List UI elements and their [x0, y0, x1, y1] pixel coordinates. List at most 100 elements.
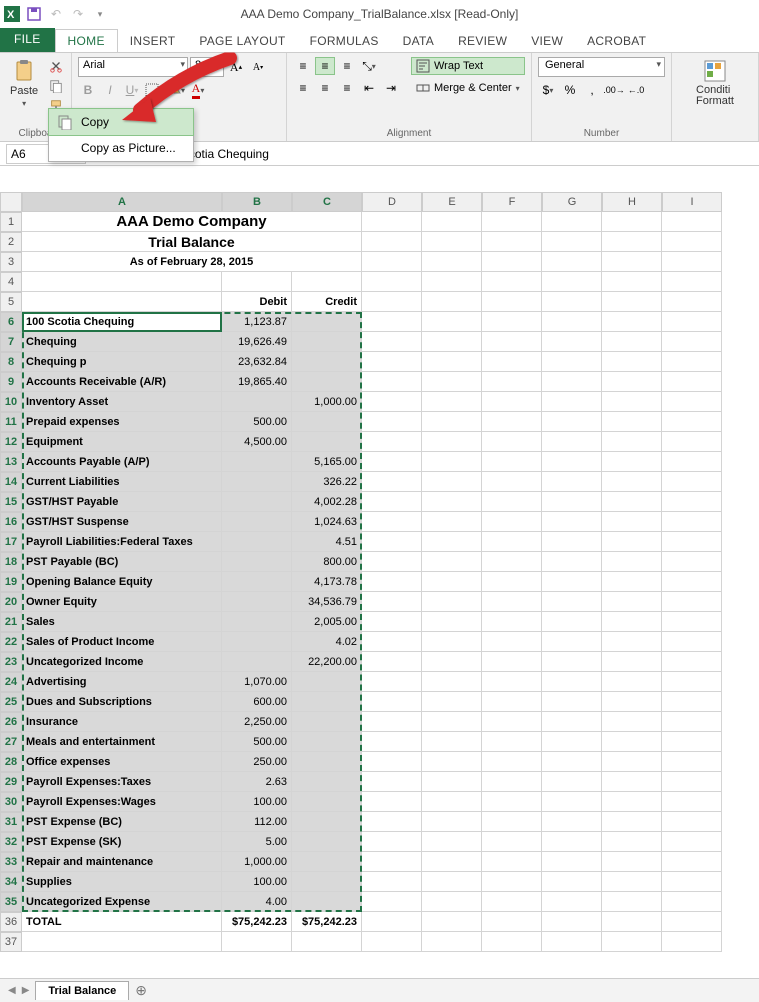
cell-31-I[interactable]	[662, 812, 722, 832]
account-name-row-12[interactable]: Equipment	[22, 432, 222, 452]
cell-12-D[interactable]	[362, 432, 422, 452]
cell-27-E[interactable]	[422, 732, 482, 752]
cell-9-G[interactable]	[542, 372, 602, 392]
credit-row-30[interactable]	[292, 792, 362, 812]
cell-24-D[interactable]	[362, 672, 422, 692]
debit-row-30[interactable]: 100.00	[222, 792, 292, 812]
debit-row-34[interactable]: 100.00	[222, 872, 292, 892]
cell-28-H[interactable]	[602, 752, 662, 772]
cell-36-F[interactable]	[482, 912, 542, 932]
cell-19-E[interactable]	[422, 572, 482, 592]
cell-10-E[interactable]	[422, 392, 482, 412]
cell-4-A[interactable]	[22, 272, 222, 292]
cell-12-I[interactable]	[662, 432, 722, 452]
cell-22-F[interactable]	[482, 632, 542, 652]
redo-icon[interactable]: ↷	[70, 6, 86, 22]
menu-copy-as-picture[interactable]: Copy as Picture...	[49, 135, 193, 161]
col-header-I[interactable]: I	[662, 192, 722, 212]
cell-29-D[interactable]	[362, 772, 422, 792]
cell-32-G[interactable]	[542, 832, 602, 852]
cell-2-I[interactable]	[662, 232, 722, 252]
cell-15-H[interactable]	[602, 492, 662, 512]
row-header-33[interactable]: 33	[0, 852, 22, 872]
cell-7-D[interactable]	[362, 332, 422, 352]
cell-13-H[interactable]	[602, 452, 662, 472]
cell-23-E[interactable]	[422, 652, 482, 672]
cell-30-F[interactable]	[482, 792, 542, 812]
credit-row-12[interactable]	[292, 432, 362, 452]
cell-5-A[interactable]	[22, 292, 222, 312]
cell-26-D[interactable]	[362, 712, 422, 732]
credit-row-20[interactable]: 34,536.79	[292, 592, 362, 612]
debit-row-13[interactable]	[222, 452, 292, 472]
cell-36-E[interactable]	[422, 912, 482, 932]
tab-home[interactable]: HOME	[55, 29, 118, 52]
credit-row-21[interactable]: 2,005.00	[292, 612, 362, 632]
cell-37-H[interactable]	[602, 932, 662, 952]
cell-21-F[interactable]	[482, 612, 542, 632]
account-name-row-11[interactable]: Prepaid expenses	[22, 412, 222, 432]
cell-24-G[interactable]	[542, 672, 602, 692]
new-sheet-icon[interactable]: ⊕	[135, 982, 147, 999]
account-name-row-25[interactable]: Dues and Subscriptions	[22, 692, 222, 712]
cell-34-G[interactable]	[542, 872, 602, 892]
credit-row-19[interactable]: 4,173.78	[292, 572, 362, 592]
cell-8-G[interactable]	[542, 352, 602, 372]
cell-14-E[interactable]	[422, 472, 482, 492]
cell-22-G[interactable]	[542, 632, 602, 652]
row-header-31[interactable]: 31	[0, 812, 22, 832]
cell-25-G[interactable]	[542, 692, 602, 712]
debit-row-27[interactable]: 500.00	[222, 732, 292, 752]
account-name-row-14[interactable]: Current Liabilities	[22, 472, 222, 492]
col-header-E[interactable]: E	[422, 192, 482, 212]
credit-row-22[interactable]: 4.02	[292, 632, 362, 652]
cell-25-E[interactable]	[422, 692, 482, 712]
bold-button[interactable]: B	[78, 81, 98, 99]
debit-row-9[interactable]: 19,865.40	[222, 372, 292, 392]
account-name-row-30[interactable]: Payroll Expenses:Wages	[22, 792, 222, 812]
cell-16-D[interactable]	[362, 512, 422, 532]
cell-8-E[interactable]	[422, 352, 482, 372]
align-center-icon[interactable]: ≡	[315, 79, 335, 97]
cell-16-G[interactable]	[542, 512, 602, 532]
cell-5-G[interactable]	[542, 292, 602, 312]
cell-33-E[interactable]	[422, 852, 482, 872]
cell-29-F[interactable]	[482, 772, 542, 792]
debit-row-6[interactable]: 1,123.87	[222, 312, 292, 332]
credit-row-13[interactable]: 5,165.00	[292, 452, 362, 472]
cell-23-F[interactable]	[482, 652, 542, 672]
row-header-23[interactable]: 23	[0, 652, 22, 672]
cell-28-I[interactable]	[662, 752, 722, 772]
account-name-row-10[interactable]: Inventory Asset	[22, 392, 222, 412]
row-header-25[interactable]: 25	[0, 692, 22, 712]
cell-34-D[interactable]	[362, 872, 422, 892]
cell-2-G[interactable]	[542, 232, 602, 252]
merge-center-button[interactable]: Merge & Center ▾	[411, 79, 525, 97]
account-name-row-26[interactable]: Insurance	[22, 712, 222, 732]
cell-32-H[interactable]	[602, 832, 662, 852]
cell-4-H[interactable]	[602, 272, 662, 292]
row-header-36[interactable]: 36	[0, 912, 22, 932]
row-header-19[interactable]: 19	[0, 572, 22, 592]
sheet-nav-prev-icon[interactable]: ◀	[8, 985, 16, 996]
row-header-4[interactable]: 4	[0, 272, 22, 292]
cell-24-I[interactable]	[662, 672, 722, 692]
cell-12-E[interactable]	[422, 432, 482, 452]
credit-row-27[interactable]	[292, 732, 362, 752]
debit-row-23[interactable]	[222, 652, 292, 672]
cell-7-H[interactable]	[602, 332, 662, 352]
sheet-nav-next-icon[interactable]: ▶	[22, 985, 30, 996]
cell-19-H[interactable]	[602, 572, 662, 592]
credit-row-11[interactable]	[292, 412, 362, 432]
cell-33-I[interactable]	[662, 852, 722, 872]
cell-7-I[interactable]	[662, 332, 722, 352]
account-name-row-20[interactable]: Owner Equity	[22, 592, 222, 612]
cell-5-D[interactable]	[362, 292, 422, 312]
credit-row-34[interactable]	[292, 872, 362, 892]
decrease-indent-icon[interactable]: ⇤	[359, 79, 379, 97]
cell-15-E[interactable]	[422, 492, 482, 512]
row-header-18[interactable]: 18	[0, 552, 22, 572]
cell-36-D[interactable]	[362, 912, 422, 932]
cell-14-D[interactable]	[362, 472, 422, 492]
cell-11-I[interactable]	[662, 412, 722, 432]
